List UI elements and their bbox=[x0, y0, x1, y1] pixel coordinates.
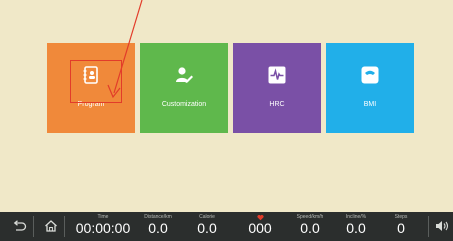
divider bbox=[428, 216, 429, 237]
time-metric: Time 00:00:00 bbox=[70, 214, 136, 236]
home-icon[interactable] bbox=[43, 218, 59, 234]
back-icon[interactable] bbox=[11, 218, 27, 234]
calorie-value: 0.0 bbox=[197, 220, 217, 236]
divider bbox=[33, 216, 34, 237]
steps-value: 0 bbox=[397, 220, 405, 236]
incline-metric: Incline/% 0.0 bbox=[336, 214, 376, 236]
heart-rate-metric: 000 bbox=[242, 214, 278, 236]
divider bbox=[64, 216, 65, 237]
incline-value: 0.0 bbox=[346, 220, 366, 236]
speed-value: 0.0 bbox=[300, 220, 320, 236]
volume-icon[interactable] bbox=[434, 218, 450, 234]
steps-metric: Steps 0 bbox=[384, 214, 418, 236]
heart-rate-value: 000 bbox=[248, 220, 272, 236]
distance-metric: Distance/km 0.0 bbox=[138, 214, 178, 236]
status-bar: Time 00:00:00 Distance/km 0.0 Calorie 0.… bbox=[0, 212, 453, 241]
time-value: 00:00:00 bbox=[75, 220, 131, 236]
speed-metric: Speed/km/h 0.0 bbox=[287, 214, 333, 236]
distance-value: 0.0 bbox=[148, 220, 168, 236]
annotation-arrow bbox=[107, 0, 143, 99]
home-screen: Program Customization HRC BMI bbox=[0, 0, 453, 212]
calorie-metric: Calorie 0.0 bbox=[188, 214, 226, 236]
